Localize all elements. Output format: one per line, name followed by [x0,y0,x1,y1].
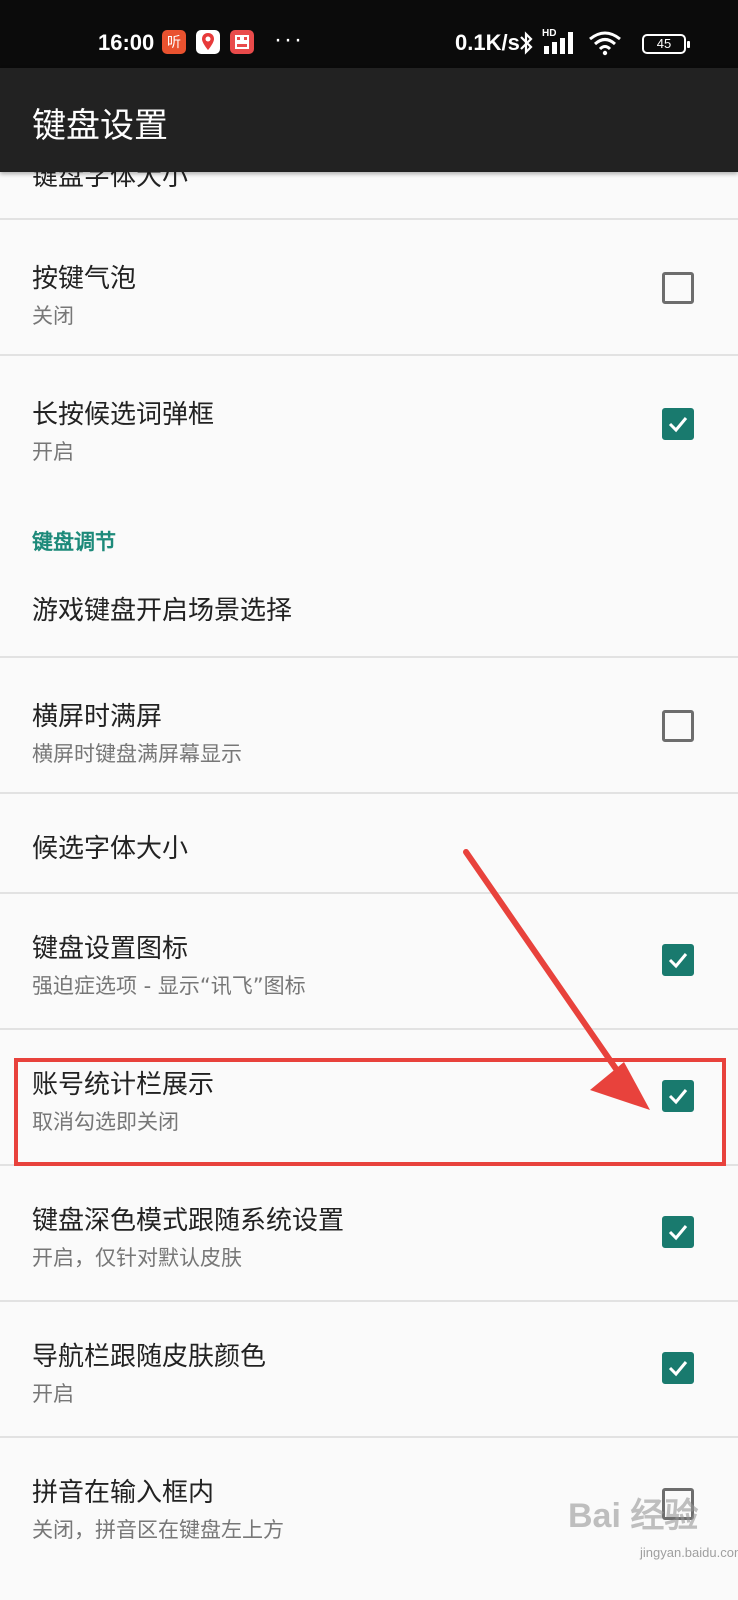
status-bar: 16:00 听 ··· 0.1K/s HD 45 [0,0,738,68]
checkbox-checked[interactable] [662,1216,694,1248]
section-header-keyboard-adjust: 键盘调节 [32,530,116,554]
more-notifications-icon: ··· [274,26,304,53]
app-bar: 键盘设置 [0,68,738,172]
settings-item-title: 游戏键盘开启场景选择 [32,596,293,626]
settings-item-title: 键盘深色模式跟随系统设置 [32,1206,345,1236]
annotation-highlight-box [14,1058,726,1166]
checkmark-icon [668,417,688,433]
settings-item-summary: 开启 [32,440,74,464]
checkbox-checked[interactable] [662,944,694,976]
checkmark-icon [668,1361,688,1377]
settings-item-title: 横屏时满屏 [32,702,163,732]
settings-item-summary: 开启，仅针对默认皮肤 [32,1246,242,1270]
settings-item-key-bubble[interactable]: 按键气泡 关闭 [0,220,738,354]
signal-icon: HD [542,28,580,62]
map-pin-icon [196,30,220,54]
settings-item-long-press-candidate[interactable]: 长按候选词弹框 开启 [0,356,738,490]
settings-item-title: 长按候选词弹框 [32,400,215,430]
app-icon [230,30,254,54]
settings-item-title: 按键气泡 [32,264,137,294]
settings-item-summary: 关闭，拼音区在键盘左上方 [32,1518,284,1542]
settings-item-landscape-fullscreen[interactable]: 横屏时满屏 横屏时键盘满屏幕显示 [0,658,738,792]
ting-icon: 听 [162,30,186,54]
bluetooth-icon [518,30,534,62]
checkmark-icon [668,1225,688,1241]
settings-item-title: 候选字体大小 [32,834,189,864]
settings-item-summary: 开启 [32,1382,74,1406]
settings-item-summary: 强迫症选项 - 显示“讯飞”图标 [32,974,306,998]
page-title: 键盘设置 [32,106,168,146]
wifi-icon [588,30,622,62]
settings-item-summary: 关闭 [32,304,74,328]
settings-item-title: 键盘设置图标 [32,934,189,964]
settings-item-keyboard-font-size[interactable]: 键盘字体大小 [0,172,738,220]
status-time: 16:00 [98,30,155,55]
settings-item-title: 导航栏跟随皮肤颜色 [32,1342,267,1372]
settings-item-dark-mode-follow-system[interactable]: 键盘深色模式跟随系统设置 开启，仅针对默认皮肤 [0,1166,738,1300]
checkbox-unchecked[interactable] [662,272,694,304]
settings-item-title: 键盘字体大小 [32,172,189,192]
settings-item-candidate-font-size[interactable]: 候选字体大小 [0,794,738,892]
watermark-logo: Bai 经验 [568,1497,699,1535]
checkbox-checked[interactable] [662,408,694,440]
settings-item-navbar-follow-skin[interactable]: 导航栏跟随皮肤颜色 开启 [0,1302,738,1436]
checkmark-icon [668,953,688,969]
checkbox-unchecked[interactable] [662,710,694,742]
settings-item-title: 拼音在输入框内 [32,1478,215,1508]
watermark-url: jingyan.baidu.com [640,1545,738,1560]
settings-item-summary: 横屏时键盘满屏幕显示 [32,742,242,766]
network-speed: 0.1K/s [455,30,520,55]
settings-item-game-keyboard-scene[interactable]: 游戏键盘开启场景选择 [0,572,738,658]
checkbox-checked[interactable] [662,1352,694,1384]
battery-icon: 45 [642,34,690,54]
settings-item-keyboard-settings-icon[interactable]: 键盘设置图标 强迫症选项 - 显示“讯飞”图标 [0,894,738,1028]
settings-list[interactable]: 键盘字体大小 按键气泡 关闭 长按候选词弹框 开启 键盘调节 游戏键盘开启场景选… [0,172,738,1600]
